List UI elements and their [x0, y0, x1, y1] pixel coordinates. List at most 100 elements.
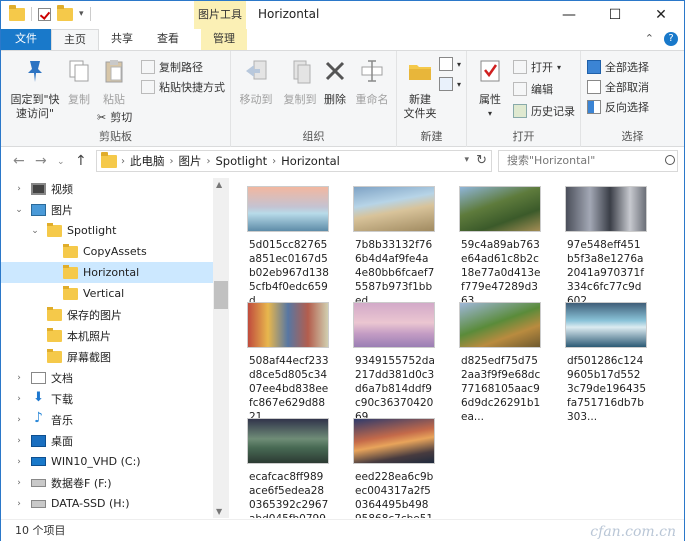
breadcrumb-pictures[interactable]: 图片	[179, 153, 202, 169]
move-to-button[interactable]: 移动到	[235, 57, 277, 107]
new-folder-icon[interactable]	[57, 4, 73, 21]
chevron-right-icon[interactable]: ›	[170, 156, 174, 167]
select-all-button[interactable]: 全部选择	[587, 59, 649, 75]
copy-icon	[69, 60, 89, 82]
paste-button[interactable]: 粘贴	[97, 57, 131, 107]
tree-item-label: 桌面	[51, 434, 73, 448]
edit-label: 编辑	[531, 83, 553, 96]
tree-item[interactable]: CopyAssets	[1, 241, 213, 262]
copy-button[interactable]: 复制	[63, 57, 95, 107]
file-tile[interactable]: d825edf75d752aa3f9f9e68dc77168105aac96d9…	[443, 302, 541, 424]
properties-button[interactable]: 属性 ▾	[473, 57, 507, 121]
copy-to-button[interactable]: 复制到	[279, 57, 321, 107]
easy-access-button[interactable]: ▾	[439, 77, 461, 91]
invert-selection-button[interactable]: 反向选择	[587, 99, 649, 115]
paste-label: 粘贴	[103, 93, 125, 106]
file-tile[interactable]: df501286c1249605b17d5523c79de196435fa751…	[549, 302, 647, 424]
expand-chevron-icon[interactable]: ›	[13, 499, 25, 509]
expand-chevron-icon[interactable]: ›	[13, 415, 25, 425]
select-none-button[interactable]: 全部取消	[587, 79, 649, 95]
tab-view[interactable]: 查看	[145, 29, 191, 50]
breadcrumb-this-pc[interactable]: 此电脑	[130, 153, 165, 169]
tree-item[interactable]: › 文档	[1, 367, 213, 388]
search-input[interactable]: 搜索"Horizontal"	[498, 150, 678, 172]
delete-button[interactable]: 删除	[321, 57, 349, 107]
thumbnail-image	[353, 302, 435, 348]
properties-check-icon[interactable]	[38, 7, 51, 21]
address-dropdown-icon[interactable]: ▾	[464, 155, 469, 165]
tree-item[interactable]: › WIN10_VHD (C:)	[1, 451, 213, 472]
cut-button[interactable]: ✂ 剪切	[97, 109, 132, 125]
paste-shortcut-button[interactable]: 粘贴快捷方式	[141, 79, 225, 95]
up-arrow-icon[interactable]: ↑	[75, 153, 87, 169]
tab-home[interactable]: 主页	[51, 29, 99, 50]
nav-pane-scrollbar[interactable]: ▲ ▼	[213, 178, 229, 518]
ribbon-right-controls: ⌃ ?	[645, 32, 678, 46]
file-name: 508af44ecf233d8ce5d805c3407ee4bd838eefc8…	[249, 355, 329, 423]
forward-arrow-icon[interactable]: →	[35, 153, 47, 169]
expand-chevron-icon[interactable]: ›	[13, 373, 25, 383]
tree-item[interactable]: 本机照片	[1, 325, 213, 346]
tree-item[interactable]: 屏幕截图	[1, 346, 213, 367]
file-tile[interactable]: 97e548eff451b5f3a8e1276a2041a970371f334c…	[549, 186, 647, 308]
new-item-button[interactable]: ▾	[439, 57, 461, 71]
scissors-icon: ✂	[97, 110, 107, 124]
tree-item[interactable]: › 下载	[1, 388, 213, 409]
clipboard-group: 固定到"快 速访问" 复制 粘贴 复制路径 粘贴快捷方式 ✂ 剪切 剪贴板	[1, 51, 231, 147]
thumbnail-image	[353, 418, 435, 464]
tree-item[interactable]: › 桌面	[1, 430, 213, 451]
expand-chevron-icon[interactable]: ›	[13, 478, 25, 488]
tab-file[interactable]: 文件	[1, 29, 51, 50]
file-tile[interactable]: eed228ea6c9bec004317a2f50364495b49895868…	[337, 418, 435, 518]
chevron-right-icon[interactable]: ›	[121, 156, 125, 167]
tree-item[interactable]: 保存的图片	[1, 304, 213, 325]
copy-path-button[interactable]: 复制路径	[141, 59, 203, 75]
tree-item[interactable]: ⌄ Spotlight	[1, 220, 213, 241]
close-button[interactable]: ✕	[638, 1, 684, 29]
customize-qat-dropdown-icon[interactable]: ▾	[79, 9, 84, 19]
tree-item[interactable]: ⌄ 图片	[1, 199, 213, 220]
breadcrumb-horizontal[interactable]: Horizontal	[281, 154, 340, 168]
chevron-right-icon[interactable]: ›	[207, 156, 211, 167]
scrollbar-thumb[interactable]	[214, 281, 228, 309]
expand-chevron-icon[interactable]: ›	[13, 184, 25, 194]
tab-share[interactable]: 共享	[99, 29, 145, 50]
file-tile[interactable]: 508af44ecf233d8ce5d805c3407ee4bd838eefc8…	[231, 302, 329, 424]
maximize-button[interactable]: ☐	[592, 1, 638, 29]
pin-quick-access-button[interactable]: 固定到"快 速访问"	[7, 57, 63, 121]
open-button[interactable]: 打开 ▾	[513, 59, 561, 75]
desk-icon	[31, 434, 46, 447]
collapse-ribbon-icon[interactable]: ⌃	[645, 32, 654, 46]
edit-button[interactable]: 编辑	[513, 81, 553, 97]
help-icon[interactable]: ?	[664, 32, 678, 46]
expand-chevron-icon[interactable]: ›	[13, 394, 25, 404]
tree-item[interactable]: › 数据卷F (F:)	[1, 472, 213, 493]
file-tile[interactable]: ecafcac8ff989ace6f5edea280365392c2967abd…	[231, 418, 329, 518]
back-arrow-icon[interactable]: ←	[13, 153, 25, 169]
expand-chevron-icon[interactable]: ⌄	[13, 205, 25, 215]
chevron-right-icon[interactable]: ›	[272, 156, 276, 167]
recent-locations-chevron-icon[interactable]: ⌄	[57, 157, 65, 167]
tab-manage[interactable]: 管理	[201, 29, 247, 50]
expand-chevron-icon[interactable]: ⌄	[29, 226, 41, 236]
history-button[interactable]: 历史记录	[513, 103, 575, 119]
scroll-down-icon[interactable]: ▼	[216, 507, 222, 516]
new-folder-button[interactable]: 新建 文件夹	[401, 57, 439, 121]
file-tile[interactable]: 59c4a89ab763e64ad61c8b2c18e77a0d413ef779…	[443, 186, 541, 308]
breadcrumb-spotlight[interactable]: Spotlight	[216, 154, 268, 168]
file-tile[interactable]: 5d015cc82765a851ec0167d5b02eb967d1385cfb…	[231, 186, 329, 308]
rename-button[interactable]: 重命名	[351, 57, 393, 107]
tree-item[interactable]: › DATA-SSD (H:)	[1, 493, 213, 514]
expand-chevron-icon[interactable]: ›	[13, 436, 25, 446]
address-bar[interactable]: › 此电脑 › 图片 › Spotlight › Horizontal ▾ ↻	[96, 150, 492, 172]
file-tile[interactable]: 7b8b33132f766b4d4af9fe4a4e80bb6fcaef7558…	[337, 186, 435, 308]
expand-chevron-icon[interactable]: ›	[13, 457, 25, 467]
refresh-icon[interactable]: ↻	[476, 153, 487, 168]
tree-item[interactable]: › 音乐	[1, 409, 213, 430]
file-tile[interactable]: 9349155752da217dd381d0c3d6a7b814ddf9c90c…	[337, 302, 435, 424]
minimize-button[interactable]: —	[546, 1, 592, 29]
tree-item[interactable]: › 视频	[1, 178, 213, 199]
tree-item[interactable]: Horizontal	[1, 262, 213, 283]
scroll-up-icon[interactable]: ▲	[216, 180, 222, 189]
tree-item[interactable]: Vertical	[1, 283, 213, 304]
